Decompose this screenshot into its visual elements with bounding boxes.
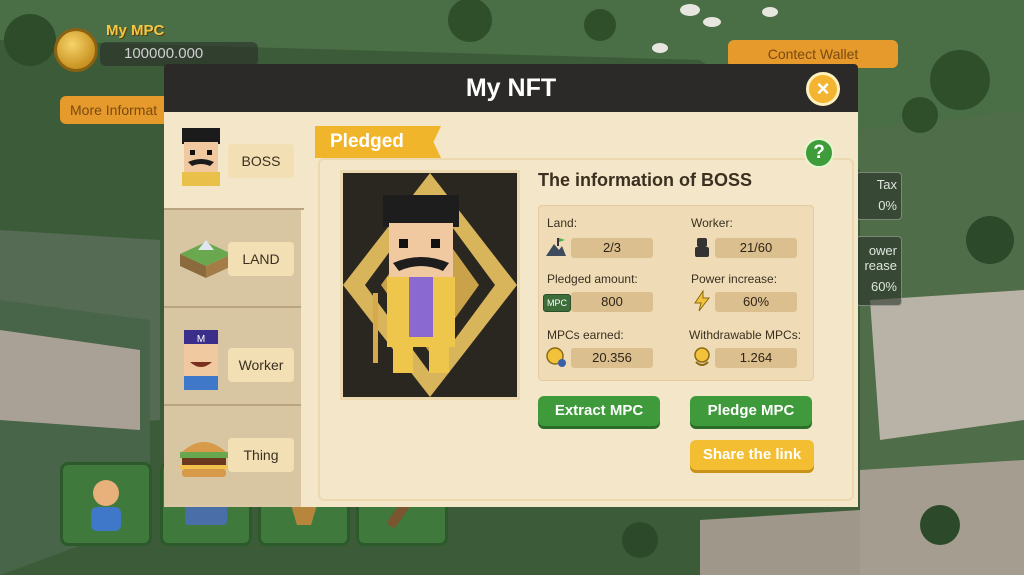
coin-withdraw-icon (694, 347, 710, 366)
boss-nft-portrait (340, 170, 520, 400)
character-icon (91, 480, 121, 531)
worker-silhouette-icon (695, 238, 709, 257)
stats-panel: Land: 2/3 Worker: 21/60 Pledged amount: … (538, 205, 814, 381)
nft-category-tabs: BOSS LAND M Worker Thing (164, 112, 304, 507)
extract-mpc-button[interactable]: Extract MPC (538, 396, 660, 426)
tab-boss[interactable]: BOSS (164, 112, 304, 210)
help-icon[interactable]: ? (804, 138, 834, 168)
lightning-icon (694, 290, 711, 312)
power-increase-value: 60% (715, 292, 797, 312)
power-value: 60% (870, 279, 897, 294)
my-mpc-label: My MPC (106, 22, 165, 39)
power-label: ower (868, 243, 897, 258)
pledge-mpc-button[interactable]: Pledge MPC (690, 396, 812, 426)
land-icon (180, 240, 232, 278)
pledged-amount-label: Pledged amount: (547, 272, 638, 286)
tax-label: Tax (876, 177, 897, 192)
tab-land-label: LAND (228, 242, 294, 276)
my-nft-modal: My NFT × BOSS LAND M Worker Thing Pledge… (164, 64, 858, 507)
tab-thing-label: Thing (228, 438, 294, 472)
coin-icon (546, 347, 566, 367)
boss-character-image (343, 173, 517, 397)
withdrawable-mpcs-label: Withdrawable MPCs: (689, 328, 802, 342)
land-value: 2/3 (571, 238, 653, 258)
boss-icon (182, 128, 220, 186)
svg-text:M: M (197, 334, 205, 345)
mpcs-earned-value: 20.356 (571, 348, 653, 368)
tab-land[interactable]: LAND (164, 210, 301, 308)
tab-worker[interactable]: M Worker (164, 308, 301, 406)
worker-label: Worker: (691, 216, 733, 230)
worker-value: 21/60 (715, 238, 797, 258)
tab-boss-label: BOSS (228, 144, 294, 178)
withdrawable-mpcs-value: 1.264 (715, 348, 797, 368)
mpcs-earned-label: MPCs earned: (547, 328, 624, 342)
pledged-status-label: Pledged (330, 131, 404, 152)
land-label: Land: (547, 216, 578, 230)
info-title: The information of BOSS (538, 170, 752, 190)
pledged-amount-value: 800 (571, 292, 653, 312)
mpc-token-icon: MPC (543, 294, 571, 312)
power-sub-label: rease (864, 258, 897, 273)
tax-value: 0% (878, 198, 897, 213)
mpc-coin-icon (54, 28, 98, 72)
character-menu-button[interactable] (60, 462, 152, 546)
share-link-button[interactable]: Share the link (690, 440, 814, 470)
tab-thing[interactable]: Thing (164, 406, 301, 504)
tax-panel: Tax 0% (856, 172, 902, 220)
close-button[interactable]: × (806, 72, 840, 106)
my-mpc-balance: 100000.000 (100, 42, 258, 66)
power-increase-label: Power increase: (691, 272, 778, 286)
power-panel: ower rease 60% (856, 236, 902, 306)
burger-icon (180, 442, 228, 477)
tab-worker-label: Worker (228, 348, 294, 382)
modal-title: My NFT (465, 74, 557, 102)
worker-icon: M (184, 330, 218, 390)
mountain-flag-icon (546, 238, 566, 256)
